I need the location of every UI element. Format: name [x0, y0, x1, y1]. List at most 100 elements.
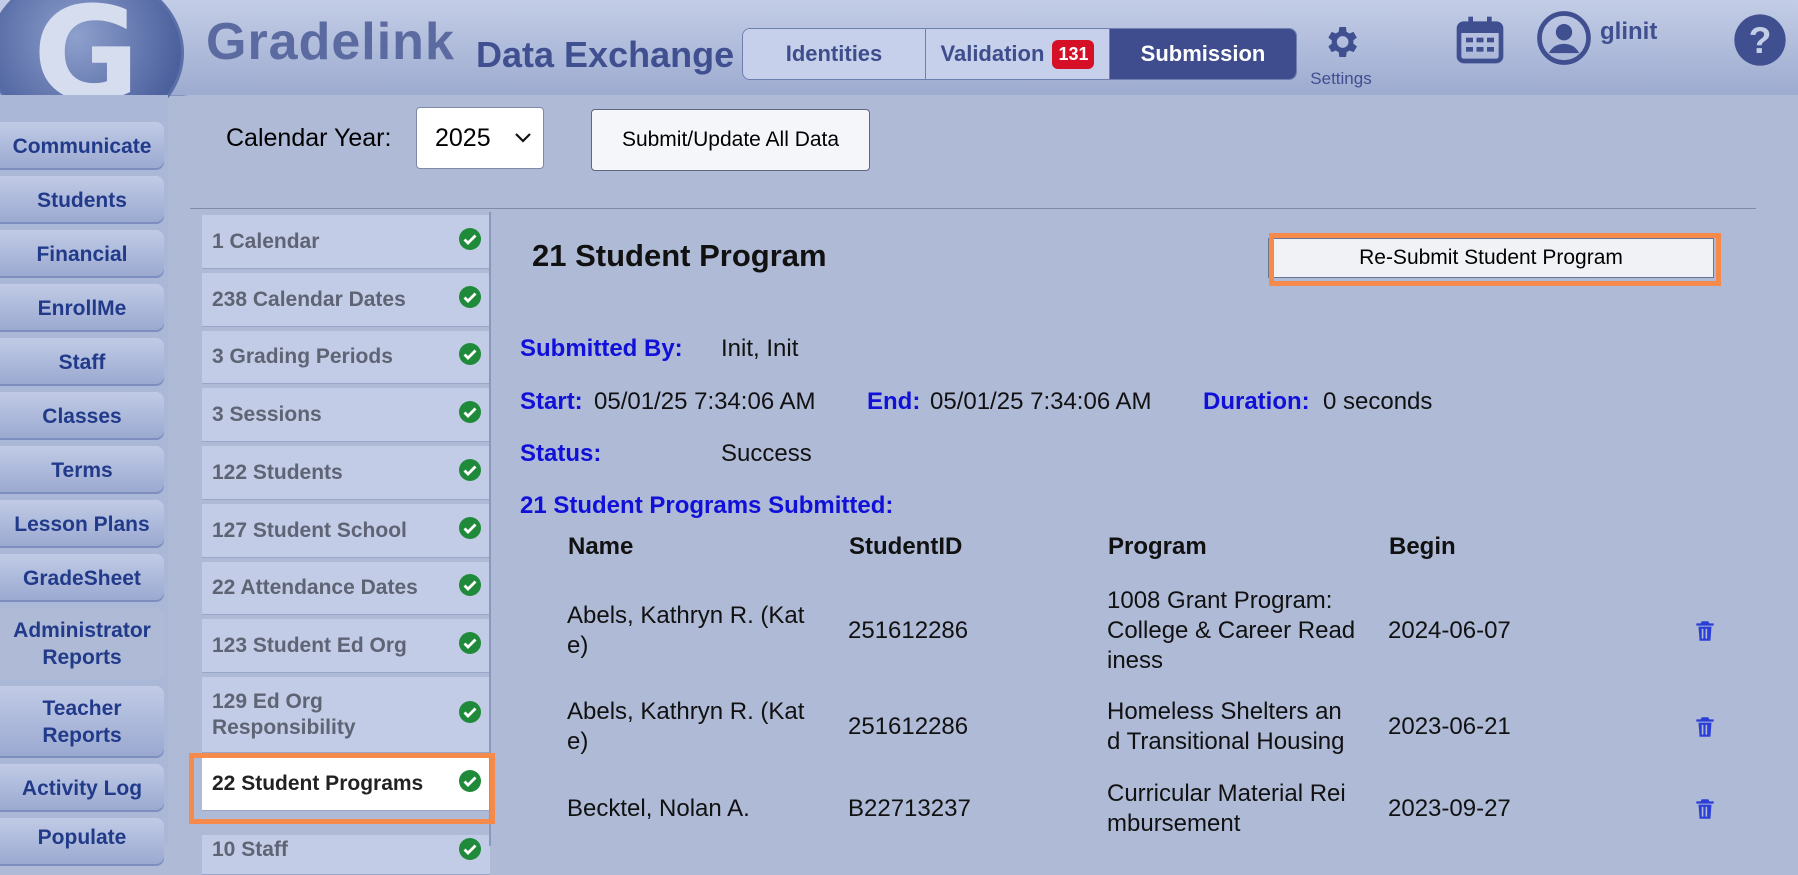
check-circle-icon — [458, 400, 482, 430]
nav-enrollme[interactable]: EnrollMe — [0, 284, 164, 332]
check-circle-icon — [458, 516, 482, 546]
tab-identities[interactable]: Identities — [743, 29, 926, 79]
module-tabs: Identities Validation 131 Submission — [742, 28, 1297, 80]
step-attendance-dates[interactable]: 22 Attendance Dates — [202, 562, 490, 615]
nav-financial[interactable]: Financial — [0, 230, 164, 278]
settings-button[interactable]: Settings — [1306, 22, 1376, 89]
svg-text:?: ? — [1749, 19, 1772, 61]
trash-icon[interactable] — [1692, 796, 1718, 822]
step-label: 3 Grading Periods — [212, 345, 393, 368]
nav-administrator-reports[interactable]: Administrator Reports — [0, 608, 164, 680]
tab-validation[interactable]: Validation 131 — [926, 29, 1110, 79]
step-calendar[interactable]: 1 Calendar — [202, 215, 490, 269]
tab-label: Validation — [940, 41, 1045, 66]
steps-list-border — [489, 212, 491, 846]
nav-label: Populate — [37, 826, 127, 849]
cell-name: Abels, Kathryn R. (Kat e) — [567, 602, 805, 659]
nav-label: Staff — [58, 350, 106, 374]
step-ed-org-responsibility[interactable]: 129 Ed Org Responsibility — [202, 677, 490, 753]
calendar-year-select[interactable]: 2025 — [416, 107, 544, 169]
tab-submission[interactable]: Submission — [1110, 29, 1296, 79]
nav-classes[interactable]: Classes — [0, 392, 164, 440]
check-circle-icon — [458, 458, 482, 488]
step-calendar-dates[interactable]: 238 Calendar Dates — [202, 273, 490, 327]
calendar-year-label: Calendar Year: — [226, 124, 392, 152]
nav-label: Lesson Plans — [14, 512, 150, 536]
step-label: 127 Student School — [212, 518, 407, 542]
app-header: G Gradelink Data Exchange Identities Val… — [0, 0, 1798, 136]
submitted-by-label: Submitted By: — [520, 335, 683, 362]
check-circle-icon — [458, 700, 482, 730]
help-button[interactable]: ? — [1732, 12, 1788, 73]
username: glinit — [1600, 18, 1658, 45]
step-grading-periods[interactable]: 3 Grading Periods — [202, 331, 490, 384]
end-label: End: — [867, 388, 921, 415]
trash-icon[interactable] — [1692, 714, 1718, 740]
column-header-studentid: StudentID — [849, 533, 963, 560]
resubmit-highlight — [1269, 233, 1721, 286]
calendar-button[interactable] — [1452, 12, 1508, 73]
nav-terms[interactable]: Terms — [0, 446, 164, 494]
step-student-school[interactable]: 127 Student School — [202, 504, 490, 558]
column-header-begin: Begin — [1389, 533, 1456, 560]
check-circle-icon — [458, 227, 482, 257]
nav-staff[interactable]: Staff — [0, 338, 164, 386]
cell-begin: 2024-06-07 — [1388, 617, 1511, 644]
nav-label: Activity Log — [21, 776, 143, 800]
cell-program: Curricular Material Rei mbursement — [1107, 780, 1346, 837]
nav-label: Classes — [42, 404, 122, 428]
toolbar-divider — [190, 208, 1756, 209]
end-value: 05/01/25 7:34:06 AM — [930, 388, 1152, 415]
submit-update-all-button[interactable]: Submit/Update All Data — [591, 109, 870, 171]
calendar-year-value: 2025 — [435, 124, 491, 152]
nav-students[interactable]: Students — [0, 176, 164, 224]
nav-populate[interactable]: Populate — [0, 818, 164, 866]
cell-program: 1008 Grant Program: College & Career Rea… — [1107, 587, 1356, 674]
check-circle-icon — [458, 342, 482, 372]
nav-label: Students — [37, 188, 127, 212]
detail-title: 21 Student Program — [532, 238, 827, 273]
step-staff[interactable]: 10 Staff — [202, 835, 490, 875]
settings-label: Settings — [1310, 69, 1372, 88]
trash-icon[interactable] — [1692, 618, 1718, 644]
step-label: 22 Attendance Dates — [212, 576, 418, 599]
nav-label: Administrator Reports — [13, 619, 151, 669]
user-avatar-icon — [1537, 11, 1591, 65]
tab-label: Submission — [1140, 41, 1266, 66]
user-menu[interactable]: glinit — [1536, 10, 1657, 66]
brand-name: Gradelink — [206, 13, 455, 71]
cell-name: Abels, Kathryn R. (Kat e) — [567, 698, 805, 755]
nav-lesson-plans[interactable]: Lesson Plans — [0, 500, 164, 548]
column-header-name: Name — [568, 533, 634, 560]
selected-step-highlight — [189, 753, 495, 824]
step-sessions[interactable]: 3 Sessions — [202, 388, 490, 442]
step-label: 122 Students — [212, 460, 343, 484]
step-student-ed-org[interactable]: 123 Student Ed Org — [202, 619, 490, 673]
validation-count-badge: 131 — [1052, 39, 1095, 69]
check-circle-icon — [458, 285, 482, 315]
nav-activity-log[interactable]: Activity Log — [0, 764, 164, 812]
nav-label: Teacher Reports — [42, 697, 122, 747]
nav-communicate[interactable]: Communicate — [0, 122, 164, 170]
nav-label: Terms — [51, 458, 113, 482]
step-label: 3 Sessions — [212, 402, 322, 426]
tab-label: Identities — [785, 41, 883, 66]
start-value: 05/01/25 7:34:06 AM — [594, 388, 816, 415]
nav-gradesheet[interactable]: GradeSheet — [0, 554, 164, 602]
nav-teacher-reports[interactable]: Teacher Reports — [0, 686, 164, 758]
chevron-down-icon — [515, 133, 531, 143]
check-circle-icon — [458, 631, 482, 661]
step-label: 129 Ed Org Responsibility — [212, 689, 356, 739]
cell-program: Homeless Shelters an d Transitional Hous… — [1107, 698, 1345, 755]
nav-label: Communicate — [12, 134, 152, 158]
nav-label: EnrollMe — [37, 296, 127, 320]
step-students[interactable]: 122 Students — [202, 446, 490, 500]
cell-begin: 2023-09-27 — [1388, 795, 1511, 822]
cell-name: Becktel, Nolan A. — [567, 795, 750, 822]
help-icon: ? — [1734, 14, 1786, 66]
programs-submitted-heading: 21 Student Programs Submitted: — [520, 492, 894, 519]
duration-label: Duration: — [1203, 388, 1310, 415]
check-circle-icon — [458, 837, 482, 867]
step-label: 238 Calendar Dates — [212, 287, 406, 311]
duration-value: 0 seconds — [1323, 388, 1433, 415]
